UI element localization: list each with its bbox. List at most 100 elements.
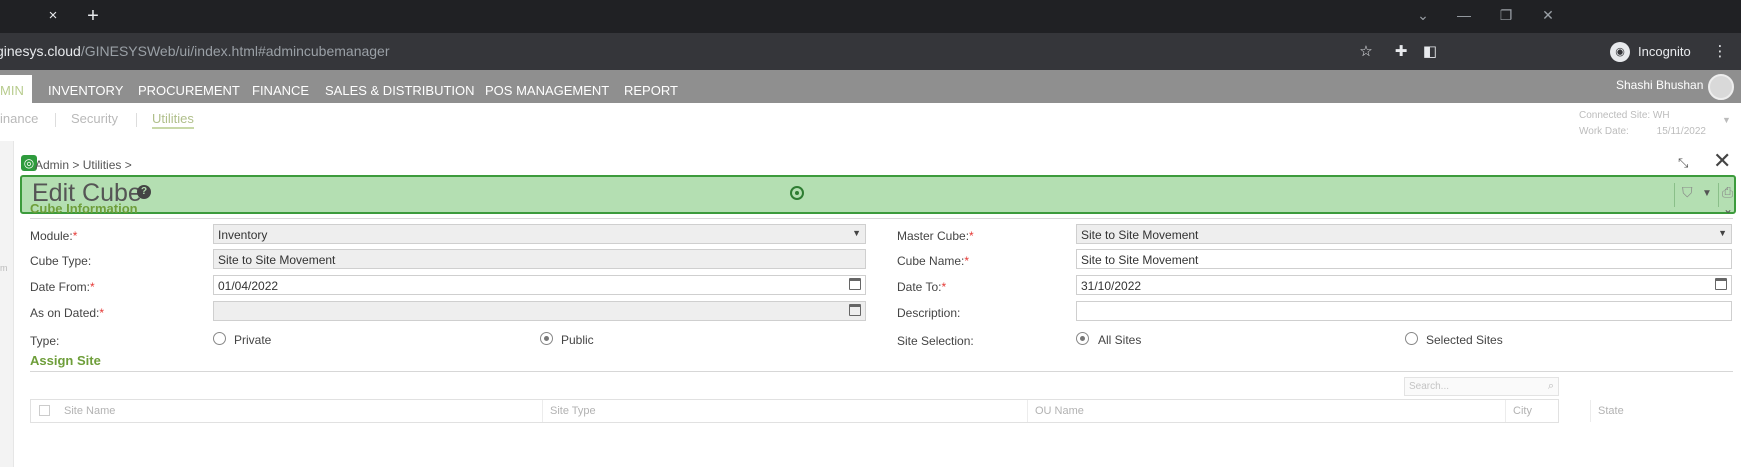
chevron-down-icon: ▼ bbox=[1718, 228, 1727, 238]
site-grid-header: Site Name Site Type OU Name City State bbox=[30, 399, 1624, 423]
submenu-divider bbox=[55, 113, 56, 127]
description-field[interactable] bbox=[1076, 301, 1732, 321]
as-on-dated-field[interactable] bbox=[213, 301, 866, 321]
left-panel-edge: m bbox=[0, 141, 14, 467]
menu-item-sales-distribution[interactable]: SALES & DISTRIBUTION bbox=[325, 83, 475, 98]
new-tab-icon[interactable]: + bbox=[82, 4, 104, 28]
cube-type-label: Cube Type: bbox=[30, 254, 92, 268]
column-header-state[interactable]: State bbox=[1598, 405, 1624, 417]
date-to-field[interactable]: 31/10/2022 bbox=[1076, 275, 1732, 295]
column-header-site-type[interactable]: Site Type bbox=[550, 405, 596, 417]
site-selection-label: Site Selection: bbox=[897, 334, 974, 348]
url-host: ginesys.cloud bbox=[0, 43, 81, 59]
date-from-field[interactable]: 01/04/2022 bbox=[213, 275, 866, 295]
submenu-divider bbox=[136, 113, 137, 127]
extensions-icon[interactable]: ✚ bbox=[1391, 42, 1411, 62]
menu-item-procurement[interactable]: PROCUREMENT bbox=[138, 83, 240, 98]
description-label: Description: bbox=[897, 306, 961, 320]
edit-cube-dialog: ◎ Admin > Utilities > ⤡ ✕ Edit Cube ? ⛉ … bbox=[15, 141, 1741, 467]
cube-name-field[interactable]: Site to Site Movement bbox=[1076, 249, 1732, 269]
work-date-value: 15/11/2022 bbox=[1656, 126, 1706, 137]
site-all-radio[interactable] bbox=[1076, 332, 1089, 345]
filter-icon[interactable]: ⛉ bbox=[1682, 184, 1693, 201]
url-path: /GINESYSWeb/ui/index.html#admincubemanag… bbox=[80, 43, 390, 59]
section-collapse-chevron-icon[interactable]: ⌄ bbox=[1723, 202, 1733, 216]
calendar-icon[interactable] bbox=[1715, 278, 1727, 290]
cube-name-value: Site to Site Movement bbox=[1081, 253, 1199, 267]
menu-item-report[interactable]: REPORT bbox=[624, 83, 678, 98]
date-to-value: 31/10/2022 bbox=[1081, 279, 1142, 293]
section-divider bbox=[30, 371, 1733, 372]
date-from-value: 01/04/2022 bbox=[218, 279, 279, 293]
breadcrumb[interactable]: Admin > Utilities > bbox=[35, 158, 132, 172]
select-all-checkbox[interactable] bbox=[39, 405, 50, 416]
type-private-label[interactable]: Private bbox=[234, 333, 271, 347]
toolbar-divider bbox=[1718, 183, 1719, 207]
toolbar-divider bbox=[1674, 183, 1675, 207]
side-panel-icon[interactable]: ◧ bbox=[1420, 42, 1440, 62]
section-cube-information: Cube Information bbox=[30, 201, 138, 216]
column-header-city[interactable]: City bbox=[1513, 405, 1532, 417]
master-cube-label: Master Cube:* bbox=[897, 229, 974, 243]
menu-item-inventory[interactable]: INVENTORY bbox=[48, 83, 123, 98]
menu-item-admin[interactable]: MIN bbox=[0, 75, 32, 103]
cube-name-label: Cube Name:* bbox=[897, 254, 970, 268]
incognito-icon: ◉ bbox=[1610, 42, 1630, 62]
type-public-radio[interactable] bbox=[540, 332, 553, 345]
left-panel-edge-mark: m bbox=[0, 263, 8, 273]
browser-tab-bar: × + ⌄ — ❐ ✕ bbox=[0, 0, 1741, 33]
type-public-label[interactable]: Public bbox=[561, 333, 594, 347]
close-icon[interactable]: ✕ bbox=[1713, 150, 1731, 172]
column-divider bbox=[542, 400, 543, 422]
submenu-item-finance[interactable]: inance bbox=[0, 111, 38, 126]
chevron-down-icon: ▼ bbox=[852, 228, 861, 238]
minimize-icon[interactable]: — bbox=[1452, 4, 1476, 26]
module-select[interactable]: Inventory ▼ bbox=[213, 224, 866, 244]
site-info-caret-icon[interactable]: ▼ bbox=[1722, 115, 1731, 125]
calendar-icon[interactable] bbox=[849, 304, 861, 316]
locate-icon[interactable] bbox=[790, 186, 804, 200]
section-assign-site: Assign Site bbox=[30, 353, 101, 368]
module-label: Module:* bbox=[30, 229, 78, 243]
menu-item-finance[interactable]: FINANCE bbox=[252, 83, 309, 98]
tab-close-icon[interactable]: × bbox=[44, 7, 62, 25]
menu-item-pos-management[interactable]: POS MANAGEMENT bbox=[485, 83, 609, 98]
browser-menu-icon[interactable]: ⋮ bbox=[1710, 42, 1730, 62]
submenu-item-utilities[interactable]: Utilities bbox=[152, 111, 194, 129]
as-on-dated-label: As on Dated:* bbox=[30, 306, 105, 320]
column-divider bbox=[1590, 400, 1591, 422]
cube-type-field: Site to Site Movement bbox=[213, 249, 866, 269]
tab-search-chevron-icon[interactable]: ⌄ bbox=[1411, 4, 1435, 26]
site-search-input[interactable]: Search... ⌕ bbox=[1404, 377, 1559, 396]
site-search-placeholder: Search... bbox=[1409, 381, 1450, 392]
print-icon[interactable]: ⎙ bbox=[1722, 184, 1733, 201]
column-header-ou-name[interactable]: OU Name bbox=[1035, 405, 1084, 417]
column-header-site-name[interactable]: Site Name bbox=[64, 405, 115, 417]
expand-icon[interactable]: ⤡ bbox=[1678, 155, 1688, 171]
column-divider bbox=[1505, 400, 1506, 422]
date-to-label: Date To:* bbox=[897, 280, 947, 294]
bookmark-star-icon[interactable]: ☆ bbox=[1356, 42, 1376, 62]
title-bar: Edit Cube ? ⛉ ▼ ⎙ ▼ bbox=[20, 175, 1736, 214]
calendar-icon[interactable] bbox=[849, 278, 861, 290]
connected-site: Connected Site: WH bbox=[1579, 110, 1670, 121]
filter-dropdown-icon[interactable]: ▼ bbox=[1702, 188, 1712, 199]
site-selected-radio[interactable] bbox=[1405, 332, 1418, 345]
user-name[interactable]: Shashi Bhushan bbox=[1616, 78, 1703, 92]
browser-address-bar: ginesys.cloud/GINESYSWeb/ui/index.html#a… bbox=[0, 33, 1741, 70]
site-all-label[interactable]: All Sites bbox=[1098, 333, 1141, 347]
site-info[interactable]: Connected Site: WH Work Date: 15/11/2022 bbox=[1579, 108, 1706, 140]
column-divider bbox=[1027, 400, 1028, 422]
restore-icon[interactable]: ❐ bbox=[1494, 4, 1518, 26]
search-icon[interactable]: ⌕ bbox=[1548, 380, 1554, 393]
module-value: Inventory bbox=[218, 228, 268, 242]
help-icon[interactable]: ? bbox=[137, 185, 151, 199]
window-close-icon[interactable]: ✕ bbox=[1536, 4, 1560, 26]
submenu-item-security[interactable]: Security bbox=[71, 111, 118, 126]
type-private-radio[interactable] bbox=[213, 332, 226, 345]
cube-type-value: Site to Site Movement bbox=[218, 253, 336, 267]
master-cube-select[interactable]: Site to Site Movement ▼ bbox=[1076, 224, 1732, 244]
site-selected-label[interactable]: Selected Sites bbox=[1426, 333, 1503, 347]
url-field[interactable]: ginesys.cloud/GINESYSWeb/ui/index.html#a… bbox=[0, 43, 390, 59]
avatar[interactable] bbox=[1708, 74, 1734, 100]
